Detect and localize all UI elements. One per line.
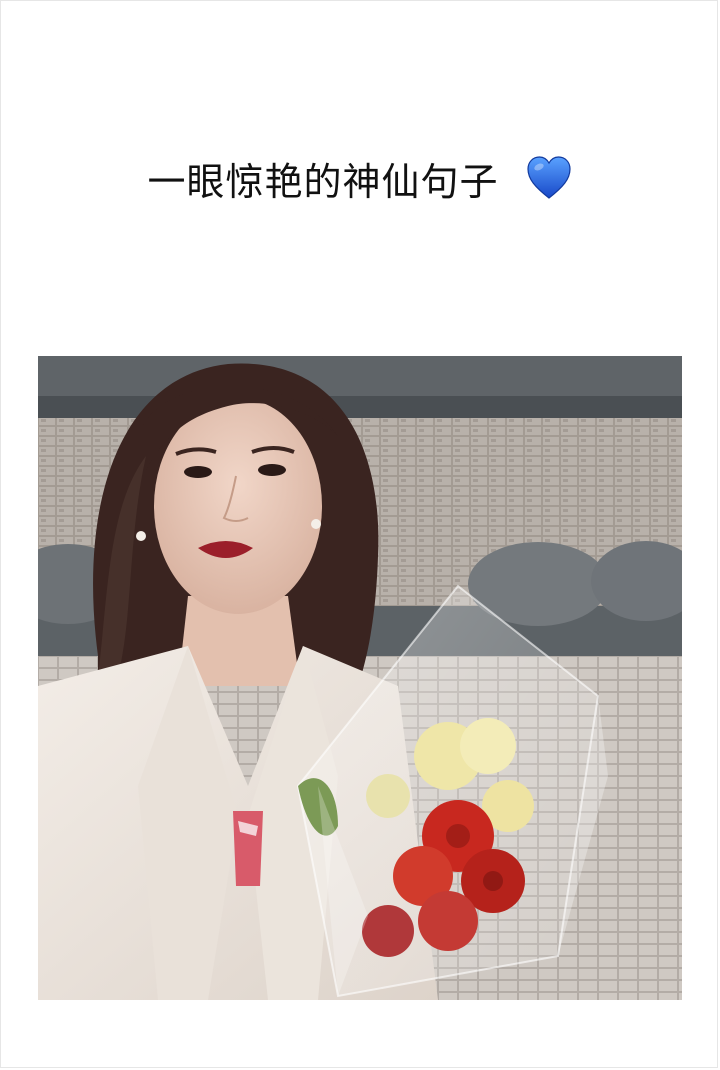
- portrait-photo: [38, 356, 682, 1000]
- header: 一眼惊艳的神仙句子: [0, 148, 720, 208]
- page-title: 一眼惊艳的神仙句子: [147, 159, 499, 204]
- blue-heart-icon: [525, 154, 573, 202]
